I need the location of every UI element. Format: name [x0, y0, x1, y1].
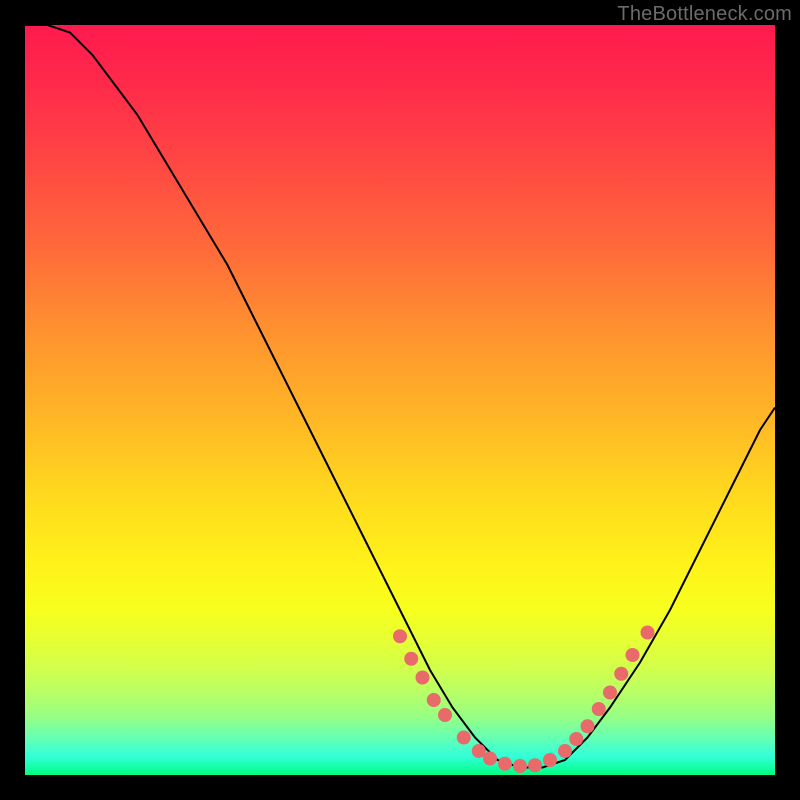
bottleneck-curve [25, 25, 775, 768]
plot-area [25, 25, 775, 775]
chart-svg [25, 25, 775, 775]
highlight-dot [457, 731, 471, 745]
highlight-dot [438, 708, 452, 722]
highlight-dot [528, 758, 542, 772]
highlight-dot [483, 752, 497, 766]
highlight-dot [393, 629, 407, 643]
highlight-dot [404, 652, 418, 666]
highlight-dot [614, 667, 628, 681]
highlight-dot [513, 759, 527, 773]
highlight-dot [416, 671, 430, 685]
highlight-dot [641, 626, 655, 640]
chart-container: TheBottleneck.com [0, 0, 800, 800]
highlight-dot [626, 648, 640, 662]
highlight-dot [581, 719, 595, 733]
highlight-dot [427, 693, 441, 707]
highlight-dot [543, 753, 557, 767]
watermark-text: TheBottleneck.com [617, 3, 792, 26]
highlight-dot [592, 702, 606, 716]
highlight-dot [498, 757, 512, 771]
highlight-dot [603, 686, 617, 700]
highlight-dot [558, 744, 572, 758]
highlight-dot [569, 732, 583, 746]
